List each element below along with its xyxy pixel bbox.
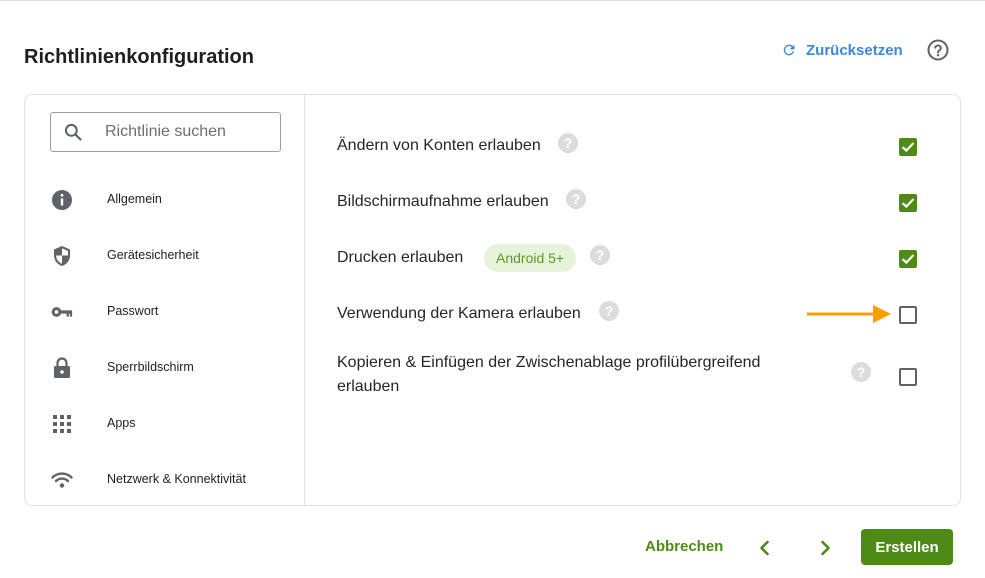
checkbox-drucken[interactable]: [899, 250, 917, 268]
sidebar-item-label: Apps: [107, 416, 136, 430]
search-input[interactable]: [105, 121, 275, 143]
sidebar-item-label: Gerätesicherheit: [107, 248, 199, 262]
chevron-right-icon[interactable]: [815, 538, 835, 558]
setting-row: Ändern von Konten erlauben ?: [337, 132, 937, 162]
wifi-icon: [51, 469, 73, 491]
chevron-left-icon[interactable]: [755, 538, 775, 558]
sidebar: Allgemein Gerätesicherheit Passwort Sper…: [25, 95, 305, 505]
setting-row: Kopieren & Einfügen der Zwischenablage p…: [337, 352, 937, 402]
sidebar-item-label: Allgemein: [107, 192, 162, 206]
search-icon: [63, 122, 83, 147]
android-version-badge: Android 5+: [484, 244, 577, 272]
setting-row: Drucken erlauben Android 5+ ?: [337, 244, 937, 274]
sidebar-item-passwort[interactable]: Passwort: [25, 292, 304, 332]
sidebar-item-apps[interactable]: Apps: [25, 404, 304, 444]
help-circle-icon[interactable]: [927, 39, 949, 61]
shield-icon: [51, 245, 73, 267]
top-border: [0, 0, 985, 1]
annotation-arrow-icon: [807, 304, 893, 329]
setting-label: Verwendung der Kamera erlauben: [337, 305, 581, 322]
sidebar-item-geraetesicherheit[interactable]: Gerätesicherheit: [25, 236, 304, 276]
setting-label: Ändern von Konten erlauben: [337, 137, 541, 154]
sidebar-item-allgemein[interactable]: Allgemein: [25, 180, 304, 220]
sidebar-item-netzwerk[interactable]: Netzwerk & Konnektivität: [25, 460, 304, 500]
policy-card: Allgemein Gerätesicherheit Passwort Sper…: [24, 94, 961, 506]
reset-label: Zurücksetzen: [806, 41, 903, 59]
checkbox-bildschirmaufnahme[interactable]: [899, 194, 917, 212]
sidebar-item-label: Passwort: [107, 304, 159, 318]
settings-panel: Ändern von Konten erlauben ? Bildschirma…: [306, 95, 960, 505]
help-icon[interactable]: ?: [558, 133, 578, 153]
setting-label: Bildschirmaufnahme erlauben: [337, 193, 549, 210]
apps-grid-icon: [51, 413, 73, 435]
search-box[interactable]: [50, 112, 281, 152]
key-icon: [51, 301, 73, 323]
help-icon[interactable]: ?: [851, 362, 871, 382]
sidebar-item-label: Sperrbildschirm: [107, 360, 194, 374]
checkbox-zwischenablage[interactable]: [899, 368, 917, 386]
cancel-button[interactable]: Abbrechen: [645, 538, 723, 555]
setting-row: Bildschirmaufnahme erlauben ?: [337, 188, 937, 218]
help-icon[interactable]: ?: [566, 189, 586, 209]
reset-button[interactable]: Zurücksetzen: [781, 40, 903, 60]
setting-label: Drucken erlauben: [337, 249, 464, 266]
setting-label-line2: erlauben: [337, 378, 400, 395]
info-icon: [51, 189, 73, 211]
refresh-icon: [781, 42, 797, 58]
page-title: Richtlinienkonfiguration: [24, 46, 254, 68]
lock-icon: [51, 357, 73, 379]
sidebar-item-sperrbildschirm[interactable]: Sperrbildschirm: [25, 348, 304, 388]
create-button[interactable]: Erstellen: [861, 529, 953, 565]
help-icon[interactable]: ?: [599, 301, 619, 321]
setting-label-line1: Kopieren & Einfügen der Zwischenablage p…: [337, 354, 761, 371]
sidebar-item-label: Netzwerk & Konnektivität: [107, 472, 246, 486]
checkbox-konten[interactable]: [899, 138, 917, 156]
checkbox-kamera[interactable]: [899, 306, 917, 324]
help-icon[interactable]: ?: [590, 245, 610, 265]
